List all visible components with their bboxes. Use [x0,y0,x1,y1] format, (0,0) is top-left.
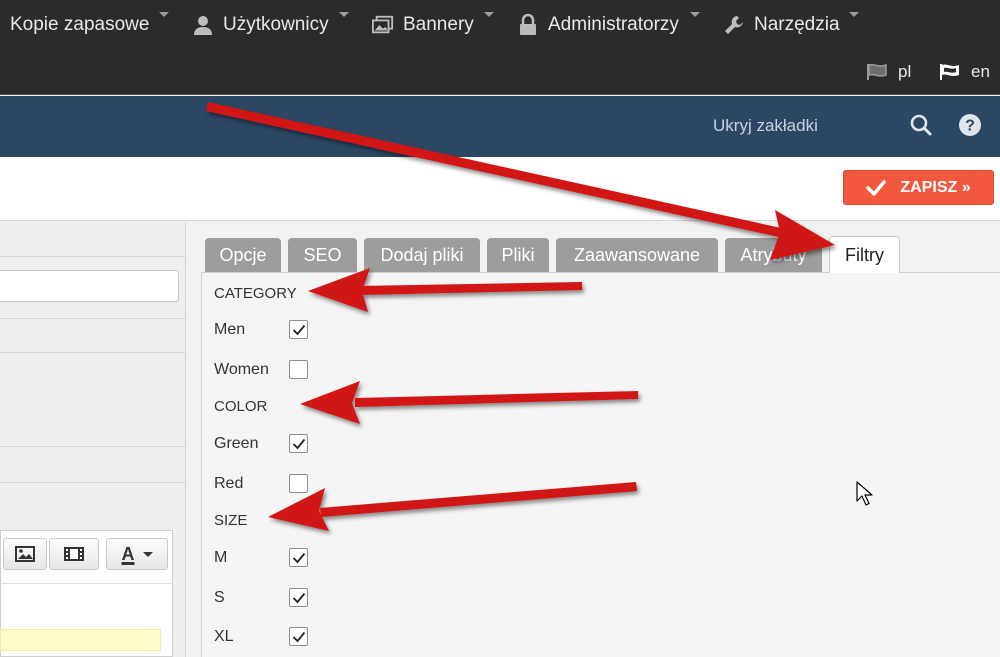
insert-image-button[interactable] [3,538,47,570]
language-label-pl: pl [898,62,912,81]
lock-icon [517,14,539,36]
user-icon [192,14,214,36]
section-title-color: COLOR [214,398,268,415]
divider [0,256,186,257]
divider [0,446,186,447]
svg-text:?: ? [965,118,975,135]
images-icon [372,14,394,36]
insert-video-button[interactable] [49,538,99,570]
nav-item-users[interactable]: Użytkownicy [192,12,329,38]
text-color-button[interactable]: A [106,538,168,570]
nav-label-tools: Narzędzia [754,14,840,35]
checkbox-s[interactable] [289,588,308,607]
language-bar [0,52,1000,95]
checkbox-men[interactable] [289,320,308,339]
search-icon[interactable] [909,113,933,142]
nav-label-banners: Bannery [403,14,474,35]
nav-label-backups: Kopie zapasowe [10,14,150,35]
option-label-women: Women [214,361,269,378]
flag-icon [867,63,887,80]
language-pl[interactable]: pl [866,62,911,82]
chevron-down-icon[interactable] [159,12,169,17]
save-button-label: ZAPISZ » [900,178,971,196]
option-label-men: Men [214,321,246,338]
save-button[interactable]: ZAPISZ » [843,170,994,205]
checkmark-icon [292,631,305,642]
divider [0,318,186,319]
option-label-red: Red [214,475,244,492]
option-label-s: S [214,589,225,606]
hide-tabs-link[interactable]: Ukryj zakładki [713,116,818,136]
divider [0,482,186,483]
tab-seo[interactable]: SEO [288,238,357,272]
help-icon[interactable]: ? [958,113,982,142]
option-label-m: M [214,549,228,566]
section-title-category: CATEGORY [214,285,297,302]
tab-advanced[interactable]: Zaawansowane [556,238,718,272]
tab-add-files[interactable]: Dodaj pliki [364,238,480,272]
checkmark-icon [292,324,305,335]
divider [0,352,186,353]
check-icon [866,179,887,196]
checkbox-women[interactable] [289,360,308,379]
chevron-down-icon[interactable] [849,12,859,17]
chevron-down-icon[interactable] [484,12,494,17]
video-icon [64,547,84,561]
tab-files[interactable]: Pliki [487,238,549,272]
checkmark-icon [292,592,305,603]
text-color-icon: A [122,544,153,565]
nav-item-tools[interactable]: Narzędzia [723,12,840,38]
checkmark-icon [292,552,305,563]
flag-icon [940,64,959,80]
tab-options[interactable]: Opcje [205,238,281,272]
divider [0,583,173,584]
checkbox-xl[interactable] [289,627,308,646]
nav-item-backups[interactable]: Kopie zapasowe [10,12,149,38]
header-bar [0,96,1000,157]
nav-label-administrators: Administratorzy [548,14,679,35]
filters-panel [201,272,1000,657]
chevron-down-icon[interactable] [339,12,349,17]
nav-item-banners[interactable]: Bannery [372,12,474,38]
nav-label-users: Użytkownicy [223,14,329,35]
tab-attributes[interactable]: Atrybuty [725,238,822,272]
language-en[interactable]: en [939,62,990,82]
language-label-en: en [971,62,990,81]
nav-item-administrators[interactable]: Administratorzy [517,12,679,38]
text-field[interactable] [0,270,179,302]
tab-filters[interactable]: Filtry [829,236,900,273]
checkbox-red[interactable] [289,474,308,493]
mouse-cursor-icon [856,481,873,506]
chevron-down-icon[interactable] [690,12,700,17]
image-icon [15,546,35,562]
option-label-xl: XL [214,628,234,645]
wrench-icon [723,14,745,36]
editor-content-area[interactable] [0,629,161,651]
checkbox-green[interactable] [289,434,308,453]
top-navigation [0,0,1000,52]
option-label-green: Green [214,435,259,452]
section-title-size: SIZE [214,512,248,529]
checkmark-icon [292,438,305,449]
checkbox-m[interactable] [289,548,308,567]
